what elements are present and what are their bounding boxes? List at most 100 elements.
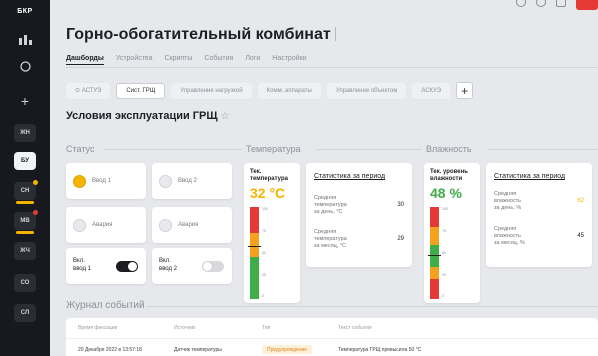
stat-label: Средняя влажность за день, % (494, 191, 522, 211)
sidebar-item-zhch[interactable]: ЖЧ (0, 240, 50, 262)
humidity-stats-link[interactable]: Статистика за период (494, 173, 565, 180)
settings-icon[interactable] (536, 0, 546, 7)
title-edit-caret (334, 27, 336, 41)
log-type-badge: Предупреждение (262, 345, 313, 354)
status-led-off (73, 218, 86, 232)
user-icon[interactable] (556, 0, 566, 7)
status-card-label: Авария (178, 222, 199, 228)
sidebar-item-sn[interactable]: СН (0, 180, 50, 204)
event-log-table: Время фиксации Источник Тип Текст событи… (66, 318, 598, 356)
temperature-stats-card: Статистика за период Средняя температура з… (306, 163, 412, 267)
toggle-input-2[interactable] (202, 261, 224, 272)
sidebar-item-add[interactable]: + (0, 90, 50, 112)
tick-0: 0 (262, 294, 264, 298)
sidebar-item-so[interactable]: СО (0, 272, 50, 294)
sidebar-item-label: БУ (21, 158, 29, 164)
tick-75: 75 (442, 229, 446, 233)
status-card-label: Авария (92, 222, 113, 228)
sidebar-item-jn[interactable]: ЖН (0, 122, 50, 144)
sidebar-item-label: СН (20, 188, 30, 194)
sidebar-item-circle[interactable] (0, 55, 50, 77)
tick-25: 25 (442, 273, 446, 277)
column-header-text[interactable]: Текст события (338, 325, 372, 331)
group-status-label: Статус (66, 144, 95, 154)
status-bar (16, 201, 34, 204)
toggle-input-1[interactable] (116, 261, 138, 272)
bar-segment-red (430, 279, 439, 299)
humidity-month-value: 45 (577, 233, 584, 239)
humidity-day-value: 62 (577, 198, 584, 204)
bar-segment-orange (430, 267, 439, 279)
group-temperature-label: Температура (246, 144, 301, 154)
humidity-gauge-card: Тек. уровень влажности 48 % 100 75 50 25 … (424, 163, 480, 303)
temperature-level-marker (248, 245, 261, 248)
sidebar-item-label: СО (20, 280, 30, 286)
star-icon[interactable]: ☆ (221, 111, 230, 122)
humidity-value: 48 % (430, 185, 462, 201)
subtab-astue[interactable]: ⊙ АСТУЭ (66, 82, 111, 99)
tab-dashboards[interactable]: Дашборды (66, 55, 104, 65)
gauge-title: Тек. температура (250, 169, 288, 182)
dashboard-icon (18, 34, 32, 45)
group-divider (488, 149, 598, 150)
tab-logs[interactable]: Логи (245, 55, 260, 65)
app-logo[interactable]: БКР (0, 0, 50, 22)
stat-label: Средняя влажность за месяц, % (494, 226, 525, 246)
status-card-label: Ввод 2 (178, 178, 197, 184)
subtab-switchgear[interactable]: Комм. аппараты (257, 82, 321, 99)
column-header-type[interactable]: Тип (262, 325, 270, 331)
temperature-stats-link[interactable]: Статистика за период (314, 173, 385, 180)
dashboard-subtabs: ⊙ АСТУЭ Сист. ГРЩ Управление нагрузкой К… (66, 82, 474, 99)
plus-icon: + (20, 93, 30, 109)
subtab-grsh[interactable]: Сист. ГРЩ (116, 82, 166, 99)
section-title-text: Условия эксплуатации ГРЩ (66, 110, 218, 122)
toggle-card-input-2: Вкл. ввод 2 (152, 248, 232, 284)
subtab-askue[interactable]: АСКУЭ (412, 82, 451, 99)
tab-scripts[interactable]: Скрипты (164, 55, 192, 65)
subtab-load-control[interactable]: Управление нагрузкой (171, 82, 252, 99)
window-controls (516, 0, 598, 10)
info-icon[interactable] (516, 0, 526, 7)
sidebar-item-label: СЛ (20, 310, 30, 316)
sidebar-item-mv[interactable]: МВ (0, 210, 50, 234)
status-card-input-2: Ввод 2 (152, 163, 232, 199)
tab-devices[interactable]: Устройства (116, 55, 153, 65)
subtab-object-control[interactable]: Управление объектом (326, 82, 407, 99)
add-dashboard-button[interactable]: + (456, 82, 474, 99)
temperature-bar (250, 207, 259, 299)
alert-button[interactable] (576, 0, 598, 10)
log-cell-time: 20 Декабря 2022 в 13:57:18 (78, 347, 142, 353)
toggle-label: Вкл. ввод 1 (73, 258, 92, 272)
table-header-divider (66, 338, 598, 339)
tick-75: 75 (262, 229, 266, 233)
humidity-level-marker (428, 254, 441, 257)
status-card-label: Ввод 1 (92, 178, 111, 184)
status-dot (33, 180, 38, 185)
sidebar-item-label: ЖН (20, 130, 30, 136)
humidity-bar (430, 207, 439, 299)
sidebar-item-sl[interactable]: СЛ (0, 302, 50, 324)
status-card-alarm-1: Авария (66, 207, 146, 243)
bar-segment-orange (430, 227, 439, 245)
sidebar-item-bu[interactable]: БУ (0, 150, 50, 172)
sidebar-item-dashboard[interactable] (0, 28, 50, 50)
toggle-knob (203, 262, 212, 271)
tab-settings[interactable]: Настройки (272, 55, 306, 65)
temperature-gauge-card: Тек. температура 32 °C 100 75 50 25 0 (244, 163, 300, 303)
tick-100: 100 (442, 207, 448, 211)
tabs-divider (66, 67, 598, 68)
humidity-stats-card: Статистика за период Средняя влажность за … (486, 163, 592, 267)
status-led-off (159, 174, 172, 188)
tick-0: 0 (442, 294, 444, 298)
log-cell-source: Датчик температуры (174, 347, 222, 353)
log-cell-text: Температура ГРЩ превысила 50 °C (338, 347, 422, 353)
status-dot (33, 210, 38, 215)
status-card-input-1: Ввод 1 (66, 163, 146, 199)
temperature-day-value: 30 (397, 202, 404, 208)
column-header-time[interactable]: Время фиксации (78, 325, 117, 331)
event-log-title: Журнал событий (66, 300, 145, 311)
app-logo-text: БКР (17, 7, 33, 15)
column-header-source[interactable]: Источник (174, 325, 195, 331)
page-title-text: Горно-обогатительный комбинат (66, 26, 331, 43)
tab-events[interactable]: События (204, 55, 233, 65)
